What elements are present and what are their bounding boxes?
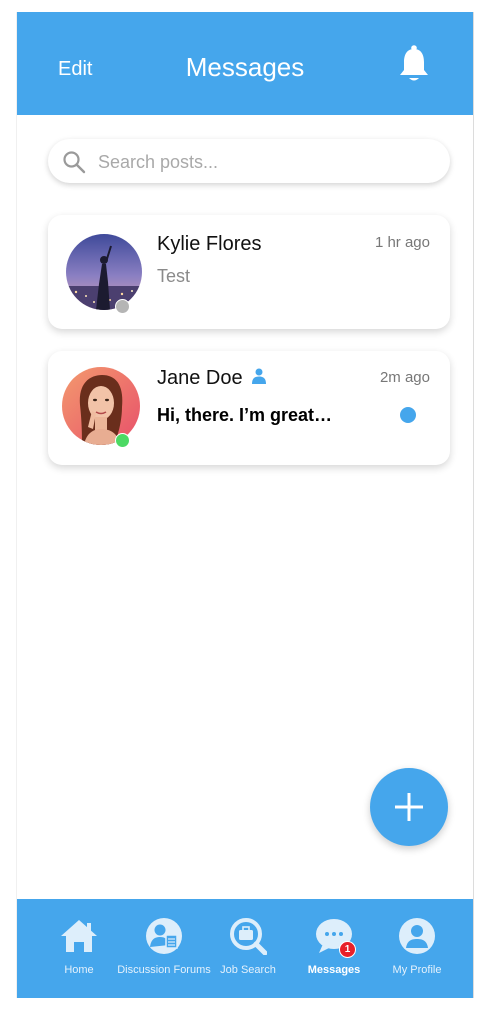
tab-job-search[interactable]: Job Search: [208, 899, 288, 998]
tab-label: Job Search: [220, 964, 276, 976]
top-bar: Edit Messages: [17, 12, 473, 115]
person-icon: [252, 367, 267, 390]
search-input[interactable]: [96, 145, 430, 179]
contact-name: Jane Doe: [157, 367, 267, 390]
avatar: [66, 234, 142, 310]
tab-home[interactable]: Home: [39, 899, 119, 998]
new-message-button[interactable]: [370, 768, 448, 846]
tab-discussion-forums[interactable]: Discussion Forums: [117, 899, 211, 998]
conversation-card[interactable]: Kylie Flores 1 hr ago Test: [48, 215, 450, 329]
profile-icon: [398, 917, 436, 955]
notification-badge: 1: [339, 941, 356, 958]
message-preview: Hi, there. I’m great…: [157, 405, 333, 425]
unread-indicator: [400, 407, 416, 423]
search-icon: [62, 150, 86, 174]
plus-icon: [393, 791, 425, 823]
online-status-dot: [115, 433, 130, 448]
tab-label: My Profile: [392, 964, 442, 976]
contact-name: Kylie Flores: [157, 233, 262, 255]
job-search-icon: [229, 917, 268, 956]
message-preview: Test: [157, 266, 191, 286]
message-time: 2m ago: [379, 369, 430, 386]
conversation-card[interactable]: Jane Doe 2m ago Hi, there. I’m great…: [48, 351, 450, 465]
tab-messages[interactable]: 1 Messages: [294, 899, 374, 998]
home-icon: [60, 917, 98, 955]
offline-status-dot: [115, 299, 130, 314]
bell-icon[interactable]: [399, 44, 429, 84]
tab-my-profile[interactable]: My Profile: [377, 899, 457, 998]
forum-icon: [145, 917, 183, 955]
search-bar: [48, 139, 450, 183]
avatar: [62, 367, 140, 445]
app-screen: Edit Messages Search posts... Kylie Flor…: [16, 12, 474, 998]
bottom-tab-bar: Home Discussion Forums Job Search 1 Mess…: [17, 899, 473, 998]
message-time: 1 hr ago: [374, 234, 430, 251]
